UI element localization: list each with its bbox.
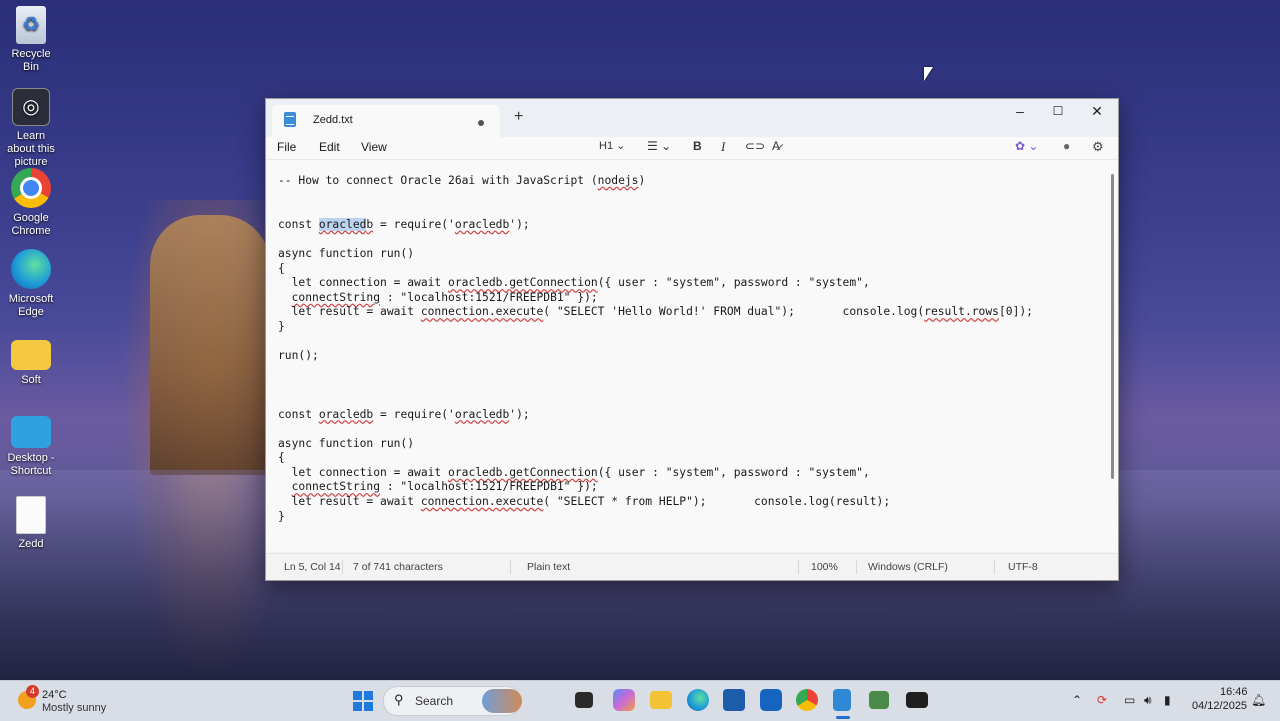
desktop-icon-edge[interactable]: Microsoft Edge: [2, 249, 60, 319]
code-line: async function run(): [278, 436, 415, 450]
status-encoding: UTF-8: [1008, 561, 1038, 573]
new-tab-button[interactable]: +: [514, 108, 523, 126]
status-characters: 7 of 741 characters: [353, 561, 443, 573]
search-icon: ⚲: [394, 692, 404, 707]
weather-temp: 24°C: [42, 689, 67, 701]
status-zoom: 100%: [811, 561, 838, 573]
code-line: const oracledb = require('oracledb');: [278, 407, 530, 421]
notepad-icon: [284, 112, 296, 127]
notepad-window: Zedd.txt + – ☐ ✕ File Edit View H1 ⌄ ☰ ⌄…: [265, 98, 1119, 581]
desktop-icon-desktop-shortcut[interactable]: Desktop - Shortcut: [2, 416, 60, 478]
list-icon: ☰: [647, 139, 658, 153]
menu-file[interactable]: File: [277, 140, 296, 154]
desktop-icon-label: Learn about this picture: [7, 130, 55, 168]
taskbar: 4 24°C Mostly sunny: [0, 680, 1280, 721]
settings-gear-icon[interactable]: ⚙: [1092, 139, 1104, 155]
unsaved-dot-icon[interactable]: [478, 120, 484, 126]
clear-formatting-icon[interactable]: A̷: [772, 139, 780, 153]
desktop-icon-label: Zedd: [18, 538, 44, 550]
camera-icon: ◎: [12, 88, 50, 126]
code-line: async function run(): [278, 246, 415, 260]
desktop-icon-soft[interactable]: Soft: [2, 336, 60, 387]
desktop-icon-label: Google Chrome: [11, 212, 51, 237]
maximize-button[interactable]: ☐: [1039, 99, 1077, 123]
wallpaper-fort: [150, 215, 270, 475]
code-line: -- How to connect Oracle 26ai with JavaS…: [278, 174, 646, 187]
minimize-button[interactable]: –: [1001, 99, 1039, 123]
code-line: run();: [278, 349, 319, 363]
desktop-icon-learn-picture[interactable]: ◎ Learn about this picture: [2, 88, 60, 169]
code-line: }: [278, 509, 285, 523]
desktop-icon-recycle-bin[interactable]: ♻ Recycle Bin: [2, 6, 60, 74]
chevron-down-icon: ⌄: [616, 140, 626, 152]
tab-zedd[interactable]: Zedd.txt: [272, 105, 500, 137]
selected-text: oracled: [318, 217, 367, 231]
desktop-icon-chrome[interactable]: Google Chrome: [2, 168, 60, 238]
italic-button[interactable]: I: [721, 139, 725, 155]
tab-title: Zedd.txt: [313, 114, 353, 126]
taskbar-search[interactable]: ⚲ Search: [383, 686, 522, 716]
search-highlight-icon: [482, 689, 522, 713]
chevron-down-icon: ⌄: [661, 139, 672, 153]
code-line: let connection = await oracledb.getConne…: [278, 276, 870, 290]
desktop-icon-label: Microsoft Edge: [8, 293, 54, 318]
text-editor[interactable]: -- How to connect Oracle 26ai with JavaS…: [266, 159, 1118, 552]
divider: [798, 560, 799, 574]
heading-label: H1: [599, 140, 614, 152]
code-line: {: [278, 261, 285, 275]
folder-icon: [11, 340, 51, 370]
status-position: Ln 5, Col 14: [284, 561, 341, 573]
code-line: {: [278, 451, 285, 465]
desktop-icon-zedd[interactable]: Zedd: [2, 496, 60, 551]
account-icon[interactable]: ●: [1063, 139, 1070, 153]
menu-edit[interactable]: Edit: [319, 140, 340, 154]
code-line: let result = await connection.execute( "…: [278, 495, 891, 509]
mouse-cursor-icon: [924, 67, 933, 81]
code-line: connectString : "localhost:1521/FREEPDB1…: [291, 480, 598, 494]
copilot-icon[interactable]: ✿ ⌄: [1015, 139, 1038, 153]
status-line-ending: Windows (CRLF): [868, 561, 948, 573]
list-dropdown[interactable]: ☰ ⌄: [647, 139, 671, 153]
divider: [510, 560, 511, 574]
desktop-icon-label: Desktop - Shortcut: [7, 452, 55, 477]
weather-widget[interactable]: 4 24°C Mostly sunny: [16, 685, 126, 715]
code-line: const oracledb = require('oracledb');: [278, 217, 530, 231]
heading-dropdown[interactable]: H1 ⌄: [599, 139, 625, 152]
status-bar: Ln 5, Col 14 7 of 741 characters Plain t…: [266, 553, 1118, 580]
search-label: Search: [415, 694, 454, 708]
close-button[interactable]: ✕: [1078, 99, 1116, 123]
status-format: Plain text: [527, 561, 571, 573]
divider: [342, 560, 343, 574]
editor-content[interactable]: -- How to connect Oracle 26ai with JavaS…: [278, 174, 1033, 524]
folder-shortcut-icon: [11, 416, 51, 448]
divider: [856, 560, 857, 574]
code-line: }: [278, 319, 285, 333]
code-line: let connection = await oracledb.getConne…: [278, 465, 870, 479]
spell-token: nodejs: [597, 174, 639, 187]
weather-desc: Mostly sunny: [42, 702, 107, 714]
text-file-icon: [16, 496, 46, 534]
title-bar: Zedd.txt + – ☐ ✕: [266, 99, 1118, 137]
link-icon[interactable]: ⊂⊃: [745, 139, 765, 153]
weather-badge: 4: [26, 685, 39, 698]
desktop-icon-label: Soft: [21, 374, 41, 386]
bold-button[interactable]: B: [693, 139, 702, 153]
start-windows-icon[interactable]: [352, 690, 374, 712]
vertical-scrollbar[interactable]: [1111, 174, 1114, 479]
edge-icon: [11, 249, 51, 289]
desktop-icon-label: Recycle Bin: [11, 48, 51, 73]
menu-bar: File Edit View H1 ⌄ ☰ ⌄ B I ⊂⊃ A̷ ✿ ⌄ ● …: [266, 137, 1118, 159]
code-line: let result = await connection.execute( "…: [278, 305, 1033, 319]
divider: [994, 560, 995, 574]
code-line: connectString : "localhost:1521/FREEPDB1…: [291, 290, 598, 304]
recycle-bin-icon: ♻: [16, 6, 46, 44]
menu-view[interactable]: View: [361, 140, 387, 154]
chrome-icon: [11, 168, 51, 208]
